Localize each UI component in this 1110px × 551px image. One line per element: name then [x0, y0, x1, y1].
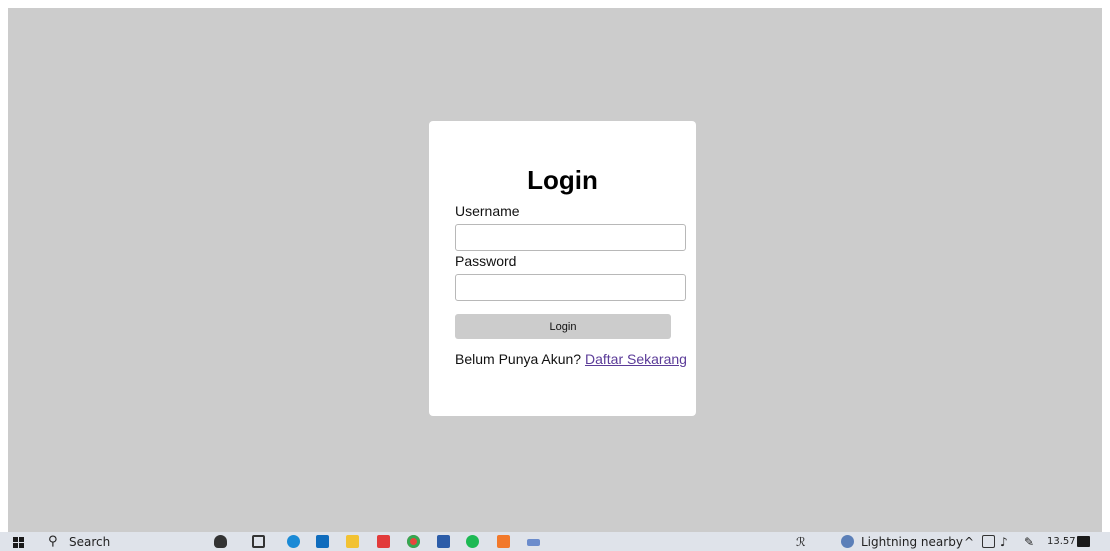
login-card: Login Username Password Login Belum Puny… [429, 121, 696, 416]
volume-icon[interactable]: ♪ [1000, 535, 1008, 549]
weather-icon[interactable] [841, 535, 854, 548]
network-icon[interactable] [982, 535, 995, 548]
spotify-icon[interactable] [466, 535, 479, 548]
file-explorer-icon[interactable] [346, 535, 359, 548]
pen-icon[interactable]: ✎ [1024, 535, 1034, 549]
login-button[interactable]: Login [455, 314, 671, 339]
page-background: Login Username Password Login Belum Puny… [8, 8, 1102, 532]
chevron-up-icon[interactable]: ^ [964, 535, 974, 549]
login-title: Login [527, 165, 598, 195]
task-view-icon[interactable] [252, 535, 265, 548]
mail-icon[interactable] [316, 535, 329, 548]
xampp-icon[interactable] [497, 535, 510, 548]
register-prompt-text: Belum Punya Akun? [455, 351, 582, 367]
taskbar: ⚲ Search ℛ Lightning nearby ^ ♪ ✎ 13.57 [0, 532, 1110, 551]
keyboard-icon[interactable] [527, 539, 540, 546]
password-input[interactable] [455, 274, 686, 301]
tux-icon[interactable] [214, 535, 227, 548]
password-label: Password [455, 253, 517, 269]
edge-icon[interactable] [287, 535, 300, 548]
taskbar-clock[interactable]: 13.57 [1047, 536, 1076, 547]
people-icon[interactable]: ℛ [796, 535, 806, 549]
weather-text[interactable]: Lightning nearby [861, 535, 963, 549]
store-icon[interactable] [377, 535, 390, 548]
register-prompt: Belum Punya Akun? Daftar Sekarang [455, 351, 687, 367]
username-input[interactable] [455, 224, 686, 251]
word-icon[interactable] [437, 535, 450, 548]
chrome-icon[interactable] [407, 535, 420, 548]
notification-icon[interactable] [1077, 536, 1090, 547]
register-link[interactable]: Daftar Sekarang [585, 351, 687, 367]
username-label: Username [455, 203, 520, 219]
search-icon[interactable]: ⚲ [48, 534, 58, 549]
taskbar-search-label[interactable]: Search [69, 535, 110, 549]
windows-start-icon[interactable] [13, 537, 24, 548]
